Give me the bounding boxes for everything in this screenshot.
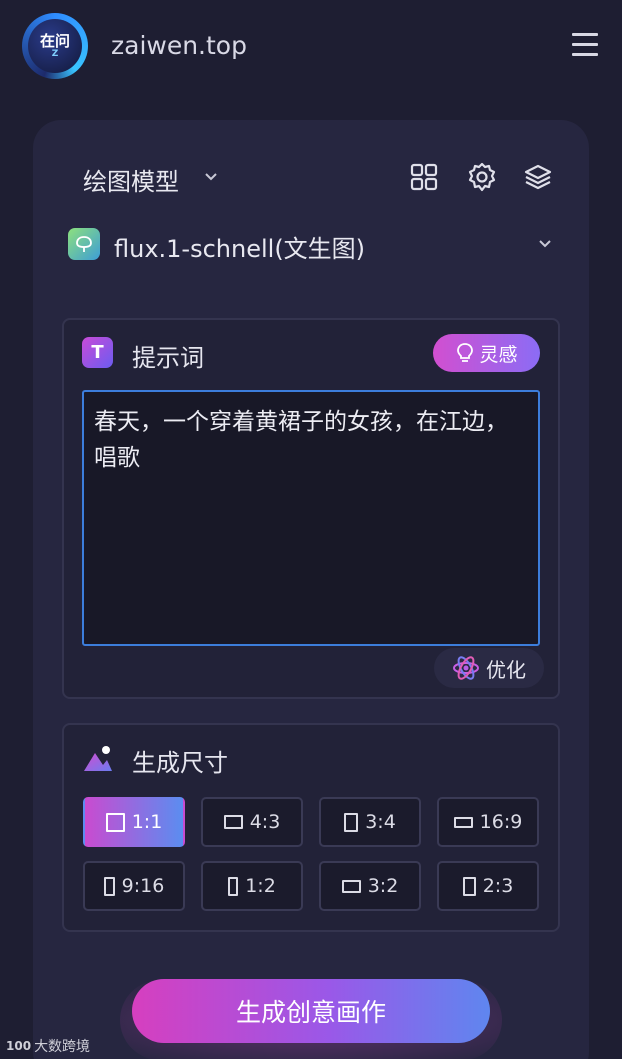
text-icon: T: [82, 337, 113, 368]
model-section-label[interactable]: 绘图模型: [83, 162, 179, 197]
ratio-option-1x2[interactable]: 1:2: [201, 861, 303, 911]
ratio-option-16x9[interactable]: 16:9: [437, 797, 539, 847]
generate-button[interactable]: 生成创意画作: [132, 979, 490, 1043]
ratio-option-4x3[interactable]: 4:3: [201, 797, 303, 847]
ratio-label: 2:3: [482, 875, 514, 897]
model-name: flux.1-schnell(文生图): [114, 235, 366, 263]
logo-text: 在问: [39, 32, 70, 50]
ratio-option-9x16[interactable]: 9:16: [83, 861, 185, 911]
chevron-down-icon[interactable]: [202, 168, 220, 186]
optimize-label: 优化: [486, 657, 526, 682]
watermark-text: 大数跨境: [34, 1039, 91, 1055]
atom-icon: [453, 656, 479, 680]
ratio-label: 3:4: [365, 811, 396, 833]
ratio-shape-icon: [344, 812, 359, 832]
lightbulb-icon: [457, 343, 474, 362]
ratio-label: 4:3: [249, 811, 281, 833]
gear-icon[interactable]: [467, 162, 497, 192]
chevron-down-icon: [539, 240, 551, 248]
grid-icon[interactable]: [409, 162, 439, 192]
size-title: 生成尺寸: [132, 749, 228, 777]
layers-icon[interactable]: [523, 162, 553, 192]
page: 在问 Z zaiwen.top 绘图模型 flux.1-schnell(文生图)…: [0, 0, 622, 1059]
watermark-logo: 100: [6, 1039, 32, 1053]
ratio-label: 3:2: [367, 875, 399, 897]
logo-sub: Z: [51, 49, 59, 59]
ratio-option-2x3[interactable]: 2:3: [437, 861, 539, 911]
prompt-title: 提示词: [132, 344, 204, 372]
ratio-shape-icon: [228, 876, 239, 896]
ratio-shape-icon: [462, 876, 476, 896]
logo-inner: 在问 Z: [28, 19, 82, 73]
header: 在问 Z zaiwen.top: [0, 0, 622, 96]
inspiration-button[interactable]: 灵感: [433, 334, 540, 372]
ratio-shape-icon: [105, 812, 125, 832]
ratio-label: 16:9: [479, 811, 523, 833]
image-icon: [84, 746, 112, 771]
ratio-option-3x2[interactable]: 3:2: [319, 861, 421, 911]
ratio-option-1x1[interactable]: 1:1: [83, 797, 185, 847]
optimize-button[interactable]: 优化: [434, 648, 544, 688]
ratio-shape-icon: [341, 879, 361, 893]
site-name[interactable]: zaiwen.top: [111, 31, 247, 60]
ratio-label: 1:1: [131, 811, 163, 833]
watermark: 100 大数跨境: [6, 1036, 90, 1056]
model-icon: [68, 228, 100, 260]
ratio-shape-icon: [223, 815, 243, 829]
model-select[interactable]: flux.1-schnell(文生图): [66, 225, 562, 263]
ratio-label: 9:16: [121, 875, 165, 897]
hamburger-menu-icon[interactable]: [569, 33, 601, 61]
site-logo[interactable]: 在问 Z: [22, 13, 88, 79]
inspiration-label: 灵感: [479, 343, 518, 366]
ratio-shape-icon: [453, 816, 473, 828]
ratio-option-3x4[interactable]: 3:4: [319, 797, 421, 847]
ratio-label: 1:2: [245, 875, 276, 897]
prompt-textarea[interactable]: 春天，一个穿着黄裙子的女孩，在江边，唱歌: [82, 390, 540, 646]
ratio-shape-icon: [103, 876, 115, 896]
